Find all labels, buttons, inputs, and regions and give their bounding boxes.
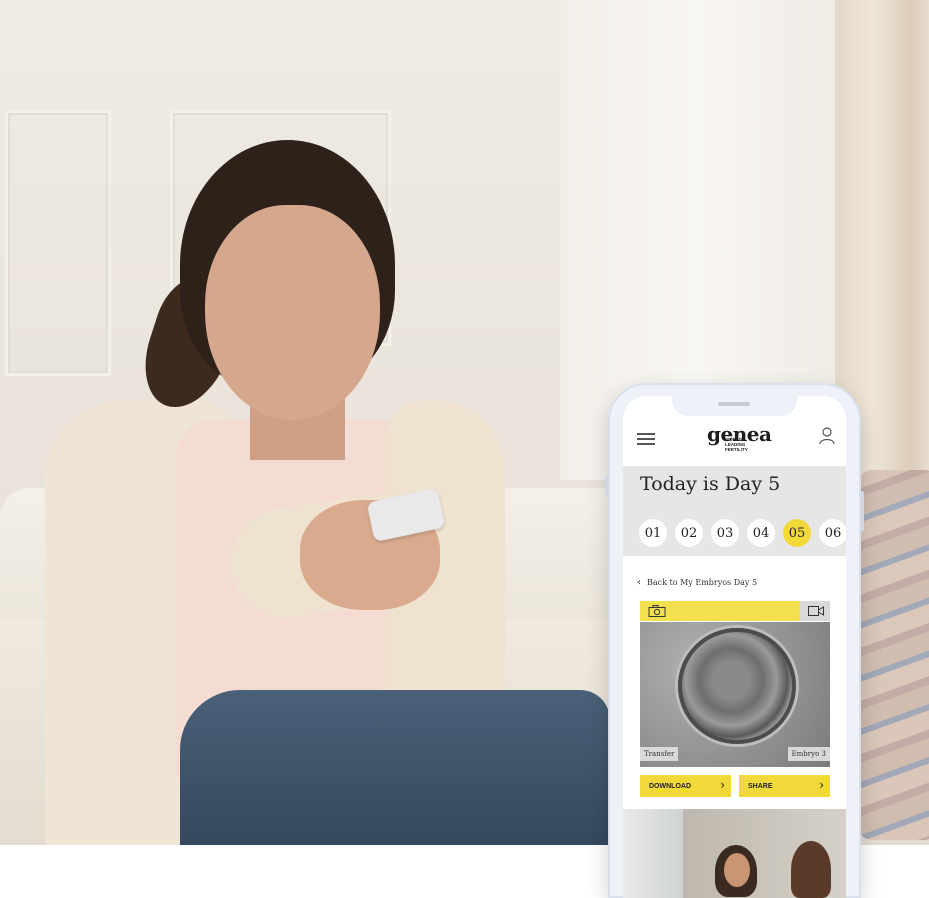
promo-window	[623, 809, 683, 898]
phone-side-button	[861, 491, 864, 531]
user-profile-icon[interactable]	[819, 427, 835, 445]
back-link-label: Back to My Embryos Day 5	[647, 578, 758, 587]
logo-tagline: WORLD LEADING FERTILITY	[725, 437, 748, 452]
wall-panel	[5, 110, 111, 376]
video-icon	[808, 606, 824, 616]
day-button-04[interactable]: 04	[747, 519, 775, 547]
patterned-cushion	[858, 470, 929, 840]
tab-photo[interactable]	[640, 601, 800, 621]
chevron-left-icon: ‹	[637, 577, 641, 588]
day-button-06[interactable]: 06	[819, 519, 846, 547]
camera-icon	[648, 605, 666, 617]
day-button-01[interactable]: 01	[639, 519, 667, 547]
media-tabs	[640, 601, 830, 621]
back-link[interactable]: ‹ Back to My Embryos Day 5	[637, 577, 757, 588]
day-button-03[interactable]: 03	[711, 519, 739, 547]
promo-photo[interactable]	[623, 809, 846, 898]
phone-side-button	[605, 475, 608, 497]
day-button-02[interactable]: 02	[675, 519, 703, 547]
phone-speaker	[718, 402, 750, 406]
person-jeans	[180, 690, 610, 845]
chevron-right-icon: ›	[819, 778, 824, 792]
promo-person	[791, 841, 831, 898]
download-button[interactable]: DOWNLOAD ›	[640, 775, 731, 797]
embryo-cell	[678, 628, 796, 744]
app-screen: genea WORLD LEADING FERTILITY Today is D…	[623, 396, 846, 898]
share-button[interactable]: SHARE ›	[739, 775, 830, 797]
download-button-label: DOWNLOAD	[649, 782, 691, 790]
chevron-right-icon: ›	[720, 778, 725, 792]
embryo-label-transfer: Transfer	[640, 747, 679, 761]
day-button-05[interactable]: 05	[783, 519, 811, 547]
person-face	[205, 205, 380, 420]
hamburger-menu-icon[interactable]	[637, 433, 655, 445]
share-button-label: SHARE	[748, 782, 773, 790]
day-title: Today is Day 5	[640, 473, 781, 495]
day-selector: 01 02 03 04 05 06	[639, 519, 846, 547]
embryo-label-number: Embryo 3	[787, 747, 830, 761]
tab-video[interactable]	[800, 601, 830, 621]
genea-logo[interactable]: genea WORLD LEADING FERTILITY	[707, 423, 777, 453]
promo-person-face	[724, 853, 750, 887]
embryo-image[interactable]: Transfer Embryo 3	[640, 622, 830, 767]
